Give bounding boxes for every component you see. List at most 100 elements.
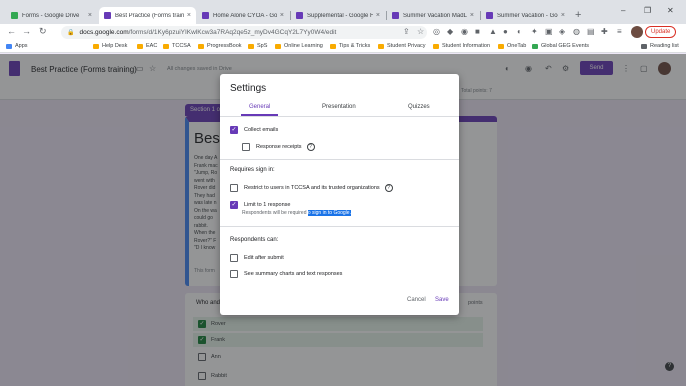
extension-icon[interactable]: ◐ [517,27,522,36]
extension-icon[interactable]: ◉ [461,27,468,36]
bookmark-label: Apps [15,43,28,49]
section-divider [220,159,459,160]
update-label: Update [651,29,671,35]
bookmark-global-geg-events[interactable]: Global GEG Events [532,43,589,49]
browser-tab-best-practice[interactable]: Best Practice (Forms training × [99,7,196,24]
screen: Forms - Google Drive × Best Practice (Fo… [0,0,686,386]
bookmark-star-icon[interactable]: ☆ [417,27,424,36]
requires-sign-in-heading: Requires sign in: [230,167,275,173]
tab-presentation[interactable]: Presentation [322,104,356,110]
help-icon[interactable]: ? [384,184,393,192]
bookmark-student-information[interactable]: Student Information [433,43,490,49]
bookmark-sps[interactable]: SpS [248,43,267,49]
option-label: Response receipts [256,144,302,150]
folder-icon [198,43,204,49]
bookmark-eac[interactable]: EAC [137,43,157,49]
browser-tab-summer-vacation[interactable]: Summer Vacation - Googl × [481,7,570,24]
close-tab-icon[interactable]: × [470,12,474,19]
checkbox-icon[interactable] [230,184,238,192]
back-arrow-icon[interactable]: ← [7,26,16,36]
url-path: /forms/d/1Ky6pzuiYIKwlKcw3a7RAq2qe5z_myD… [128,29,337,36]
edit-after-submit-option[interactable]: Edit after submit [230,254,284,262]
maximize-window-icon[interactable]: ❐ [644,6,651,15]
extension-icon[interactable]: ◈ [559,27,565,36]
tab-title: Home Alone CYOA - Goog [213,12,277,19]
option-label: See summary charts and text responses [244,271,343,277]
bookmark-tccsa[interactable]: TCCSA [163,43,191,49]
folder-icon [433,43,439,49]
close-tab-icon[interactable]: × [561,12,565,19]
bookmark-reading-list[interactable]: Reading list [641,43,679,49]
folder-icon [163,43,169,49]
extension-icon[interactable]: ▤ [587,27,595,36]
settings-dialog: Settings General Presentation Quizzes ✓ … [220,74,459,315]
checkbox-icon[interactable] [230,254,238,262]
forms-favicon-icon [202,12,209,19]
collect-emails-option[interactable]: ✓ Collect emails [230,126,278,134]
help-icon[interactable]: ? [306,143,315,151]
reload-icon[interactable]: ↻ [39,26,47,37]
update-button[interactable]: Update [645,26,677,38]
save-button[interactable]: Save [435,297,449,303]
close-tab-icon[interactable]: × [376,12,380,19]
cancel-button[interactable]: Cancel [407,297,426,303]
browser-tab-madlib[interactable]: Summer Vacation MadLib × [387,7,479,24]
tab-divider [220,116,459,117]
extension-icon[interactable]: ▣ [545,27,553,36]
folder-icon [93,43,99,49]
browser-tab-supplemental[interactable]: Supplemental - Google Fo × [291,7,385,24]
bookmark-label: Reading list [650,43,679,49]
extension-icon[interactable]: ▲ [489,27,497,36]
bookmark-online-learning[interactable]: Online Learning [275,43,323,49]
bookmark-progressbook[interactable]: ProgressBook [198,43,242,49]
bookmark-label: EAC [146,43,158,49]
folder-icon [137,43,143,49]
subtext-selected: o sign in to Google. [307,210,351,216]
option-label: Restrict to users in TCCSA and its trust… [244,185,380,191]
bookmark-apps[interactable]: Apps [6,43,28,49]
section-divider [220,226,459,227]
bookmark-label: Global GEG Events [541,43,589,49]
bookmark-student-privacy[interactable]: Student Privacy [378,43,426,49]
checkbox-icon[interactable] [230,270,238,278]
extension-icon[interactable]: ✦ [531,27,538,36]
forms-favicon-icon [486,12,493,19]
extension-icon[interactable]: ■ [475,27,480,36]
tab-title: Supplemental - Google Fo [307,12,373,19]
forms-favicon-icon [104,12,111,19]
tab-title: Summer Vacation - Googl [497,12,558,19]
close-tab-icon[interactable]: × [187,12,191,19]
close-tab-icon[interactable]: × [88,12,92,19]
option-label: Limit to 1 response [244,202,291,208]
limit-one-response-option[interactable]: ✓ Limit to 1 response [230,201,290,209]
forward-arrow-icon[interactable]: → [22,26,31,36]
puzzle-icon[interactable]: ✚ [601,27,608,36]
extension-icon[interactable]: ◆ [447,27,453,36]
bookmark-help-desk[interactable]: Help Desk [93,43,127,49]
summary-charts-option[interactable]: See summary charts and text responses [230,270,342,278]
checked-checkbox-icon[interactable]: ✓ [230,126,238,134]
browser-tab-forms-drive[interactable]: Forms - Google Drive × [6,7,97,24]
media-icon[interactable]: ≡ [617,27,622,36]
close-tab-icon[interactable]: × [280,12,284,19]
profile-avatar[interactable] [631,26,643,38]
restrict-users-option[interactable]: Restrict to users in TCCSA and its trust… [230,184,393,192]
bookmark-onetab[interactable]: OneTab [498,43,526,49]
extension-icon[interactable]: ◎ [433,27,440,36]
bookmark-label: Help Desk [102,43,128,49]
response-receipts-option[interactable]: Response receipts ? [242,143,315,151]
browser-tab-home-alone[interactable]: Home Alone CYOA - Goog × [197,7,289,24]
checkbox-icon[interactable] [242,143,250,151]
tab-quizzes[interactable]: Quizzes [408,104,430,110]
share-icon[interactable]: ⇪ [403,27,410,36]
new-tab-plus-icon[interactable]: + [575,9,581,21]
extension-icon[interactable]: ◍ [573,27,580,36]
extension-icon[interactable]: ● [503,27,508,36]
bookmark-tips-tricks[interactable]: Tips & Tricks [330,43,370,49]
address-bar[interactable]: 🔒 docs.google.com/forms/d/1Ky6pzuiYIKwlK… [61,26,427,39]
close-window-icon[interactable]: ✕ [667,6,674,15]
checked-checkbox-icon[interactable]: ✓ [230,201,238,209]
minimize-window-icon[interactable]: – [621,6,625,15]
tab-general[interactable]: General [249,104,270,110]
limit-one-subtext: Respondents will be required o sign in t… [242,210,351,216]
